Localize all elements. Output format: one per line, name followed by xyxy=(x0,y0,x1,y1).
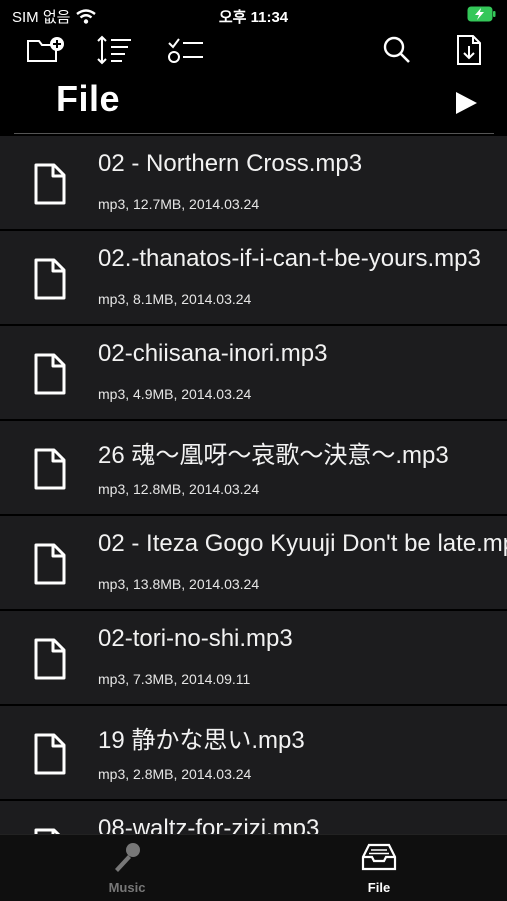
document-icon xyxy=(34,353,66,395)
file-row[interactable]: 02.-thanatos-if-i-can-t-be-yours.mp3 mp3,… xyxy=(0,231,507,326)
file-name: 02 - Iteza Gogo Kyuuji Don't be late.mp3 xyxy=(98,530,507,557)
status-bar: SIM 없음 오후 11:34 xyxy=(0,0,507,30)
file-name: 26 魂～凰呀～哀歌～決意～.mp3 xyxy=(98,442,449,469)
title-divider xyxy=(14,133,494,134)
file-name: 02-chiisana-inori.mp3 xyxy=(98,340,328,367)
tab-music[interactable]: Music xyxy=(67,841,187,895)
select-list-button[interactable] xyxy=(166,32,206,68)
tab-bar: Music File xyxy=(0,834,507,901)
file-row[interactable]: 02 - Northern Cross.mp3 mp3, 12.7MB, 2014… xyxy=(0,136,507,231)
document-icon xyxy=(34,828,61,834)
select-list-icon xyxy=(168,38,203,63)
download-icon xyxy=(457,35,481,65)
download-button[interactable] xyxy=(449,32,489,68)
file-meta: mp3, 13.8MB, 2014.03.24 xyxy=(98,576,260,592)
document-icon xyxy=(34,163,66,205)
file-row[interactable]: 26 魂～凰呀～哀歌～決意～.mp3 mp3, 12.8MB, 2014.03.2… xyxy=(0,421,507,516)
page-title: File xyxy=(56,78,121,119)
new-folder-button[interactable] xyxy=(26,32,66,68)
file-name: 08-waltz-for-zizi.mp3 xyxy=(98,815,320,834)
file-row[interactable]: 08-waltz-for-zizi.mp3 xyxy=(0,801,507,834)
document-icon xyxy=(34,258,66,300)
file-row[interactable]: 02-tori-no-shi.mp3 mp3, 7.3MB, 2014.09.11 xyxy=(0,611,507,706)
toolbar xyxy=(0,28,507,70)
file-meta: mp3, 2.8MB, 2014.03.24 xyxy=(98,766,252,782)
tab-file[interactable]: File xyxy=(319,841,439,895)
file-meta: mp3, 7.3MB, 2014.09.11 xyxy=(98,671,251,687)
sort-icon xyxy=(97,35,131,65)
file-meta: mp3, 12.7MB, 2014.03.24 xyxy=(98,196,260,212)
file-name: 02.-thanatos-if-i-can-t-be-yours.mp3 xyxy=(98,245,481,272)
file-meta: mp3, 12.8MB, 2014.03.24 xyxy=(98,481,260,497)
microphone-icon xyxy=(115,843,140,872)
file-list: 02 - Northern Cross.mp3 mp3, 12.7MB, 2014… xyxy=(0,136,507,834)
file-row[interactable]: 02-chiisana-inori.mp3 mp3, 4.9MB, 2014.03… xyxy=(0,326,507,421)
file-meta: mp3, 4.9MB, 2014.03.24 xyxy=(98,386,252,402)
play-icon[interactable] xyxy=(453,90,479,116)
file-row[interactable]: 19 静かな思い.mp3 mp3, 2.8MB, 2014.03.24 xyxy=(0,706,507,801)
file-name: 02-tori-no-shi.mp3 xyxy=(98,625,293,652)
search-button[interactable] xyxy=(377,32,417,68)
sort-button[interactable] xyxy=(94,32,134,68)
new-folder-icon xyxy=(27,37,64,62)
file-name: 02 - Northern Cross.mp3 xyxy=(98,150,363,177)
tab-file-label: File xyxy=(367,880,391,895)
document-icon xyxy=(34,543,66,585)
document-icon xyxy=(34,733,66,775)
battery-charging-icon xyxy=(467,6,496,22)
status-time: 오후 11:34 xyxy=(218,9,289,26)
document-icon xyxy=(34,448,66,490)
file-row[interactable]: 02 - Iteza Gogo Kyuuji Don't be late.mp3… xyxy=(0,516,507,611)
tab-music-label: Music xyxy=(108,880,146,895)
file-name: 19 静かな思い.mp3 xyxy=(98,727,305,754)
search-icon xyxy=(383,36,410,63)
document-icon xyxy=(34,638,66,680)
inbox-tray-icon xyxy=(361,843,397,871)
file-meta: mp3, 8.1MB, 2014.03.24 xyxy=(98,291,252,307)
